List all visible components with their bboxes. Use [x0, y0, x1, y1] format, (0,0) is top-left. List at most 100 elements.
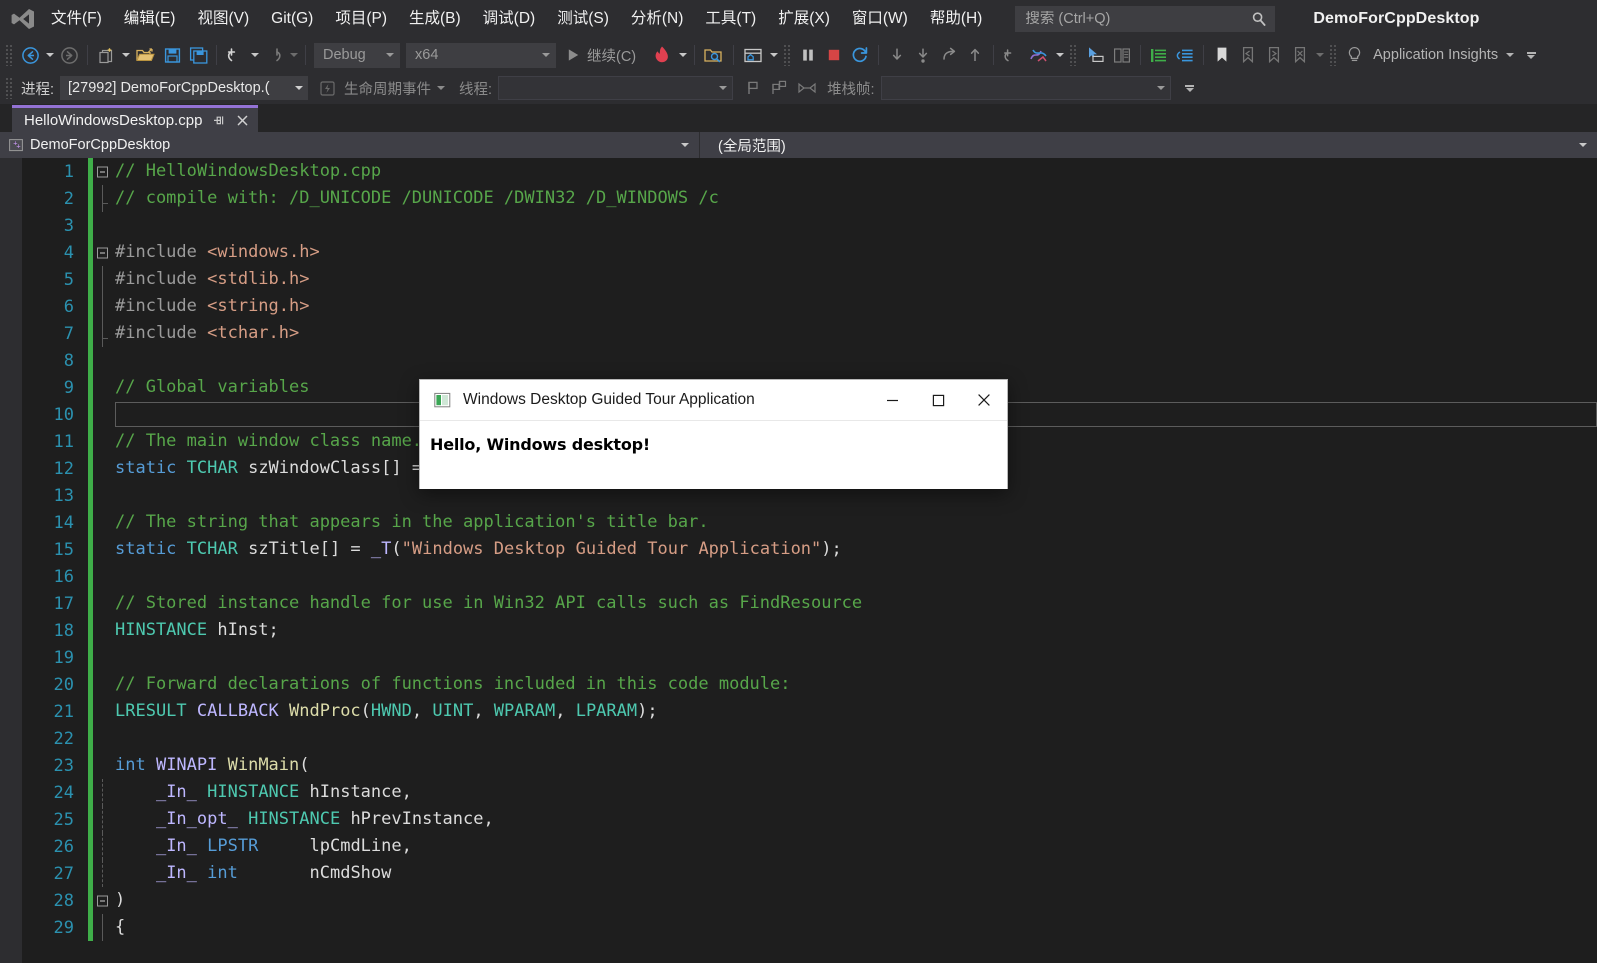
menu-item-help[interactable]: 帮助(H)	[919, 4, 994, 34]
redo-icon[interactable]	[261, 41, 287, 69]
step-into-icon[interactable]	[884, 41, 910, 69]
code-line[interactable]: 20 // Forward declarations of functions i…	[22, 671, 1597, 698]
fold-margin[interactable]	[93, 428, 115, 455]
menu-item-git[interactable]: Git(G)	[260, 4, 324, 34]
app-window-titlebar[interactable]: Windows Desktop Guided Tour Application	[420, 380, 1007, 421]
pause-icon[interactable]	[795, 41, 821, 69]
fold-margin[interactable]	[93, 320, 115, 347]
continue-button[interactable]: 继续(C)	[559, 41, 648, 69]
minimize-icon[interactable]	[869, 380, 915, 420]
code-line[interactable]: 15 static TCHAR szTitle[] = _T("Windows D…	[22, 536, 1597, 563]
chevron-down-icon[interactable]	[1506, 53, 1515, 57]
fold-margin[interactable]	[93, 590, 115, 617]
fold-margin[interactable]	[93, 779, 115, 806]
member-scope-dropdown[interactable]: (全局范围)	[700, 132, 1597, 158]
navigate-back-dropdown[interactable]	[43, 53, 56, 57]
code-line[interactable]: 14 // The string that appears in the appl…	[22, 509, 1597, 536]
fold-margin[interactable]	[93, 536, 115, 563]
solution-platform-dropdown[interactable]: x64	[406, 42, 556, 68]
fold-margin[interactable]	[93, 347, 115, 374]
fold-margin[interactable]	[93, 671, 115, 698]
menu-item-build[interactable]: 生成(B)	[398, 4, 472, 34]
toggle-icon[interactable]	[793, 74, 821, 102]
clear-bookmarks-icon[interactable]	[1287, 41, 1313, 69]
code-line[interactable]: 29 {	[22, 914, 1597, 941]
undo-dropdown[interactable]	[248, 53, 261, 57]
toolbar-overflow-icon[interactable]	[1183, 84, 1197, 92]
code-line[interactable]: 27 _In_ int nCmdShow	[22, 860, 1597, 887]
hot-reload-dropdown[interactable]	[676, 53, 689, 57]
code-line[interactable]: 23 int WINAPI WinMain(	[22, 752, 1597, 779]
code-line[interactable]: 17 // Stored instance handle for use in W…	[22, 590, 1597, 617]
menu-item-project[interactable]: 项目(P)	[324, 4, 398, 34]
fold-margin[interactable]	[93, 266, 115, 293]
hot-reload-icon[interactable]	[648, 41, 676, 69]
code-line[interactable]: 25 _In_opt_ HINSTANCE hPrevInstance,	[22, 806, 1597, 833]
toolbar-grip[interactable]	[1329, 44, 1339, 66]
lifecycle-events-icon[interactable]	[314, 74, 340, 102]
document-tab-hellowindowsdesktop[interactable]: HelloWindowsDesktop.cpp	[12, 105, 259, 132]
window-layout-icon[interactable]	[739, 41, 767, 69]
code-line[interactable]: 24 _In_ HINSTANCE hInstance,	[22, 779, 1597, 806]
bookmark-icon[interactable]	[1209, 41, 1235, 69]
attach-to-process-icon[interactable]	[700, 41, 728, 69]
fold-margin[interactable]	[93, 752, 115, 779]
maximize-icon[interactable]	[915, 380, 961, 420]
editor-indicator-margin[interactable]	[0, 158, 22, 963]
fold-margin[interactable]	[93, 482, 115, 509]
open-file-icon[interactable]	[132, 41, 159, 69]
fold-margin[interactable]	[93, 914, 115, 941]
fold-margin[interactable]	[93, 833, 115, 860]
code-line[interactable]: 28)	[22, 887, 1597, 914]
fold-margin[interactable]	[93, 401, 115, 428]
code-line[interactable]: 6 #include <string.h>	[22, 293, 1597, 320]
step-out-icon[interactable]	[936, 41, 962, 69]
restart-icon[interactable]	[847, 41, 873, 69]
previous-bookmark-icon[interactable]	[1235, 41, 1261, 69]
threads-window-icon[interactable]	[1025, 41, 1053, 69]
new-item-icon[interactable]	[93, 41, 119, 69]
application-insights-label[interactable]: Application Insights	[1373, 47, 1498, 63]
code-line[interactable]: 22	[22, 725, 1597, 752]
project-scope-dropdown[interactable]: + + DemoForCppDesktop	[0, 132, 700, 158]
quick-launch-search[interactable]	[1015, 6, 1276, 32]
code-line[interactable]: 4 #include <windows.h>	[22, 239, 1597, 266]
fold-margin[interactable]	[93, 455, 115, 482]
search-input[interactable]	[1025, 11, 1252, 27]
lifecycle-events-label[interactable]: 生命周期事件	[344, 78, 431, 99]
indent-lines-icon[interactable]	[1146, 41, 1172, 69]
collapse-icon[interactable]	[97, 247, 108, 258]
flag-icon[interactable]	[741, 74, 767, 102]
chevron-down-icon[interactable]	[437, 86, 446, 90]
step-up-icon[interactable]	[962, 41, 988, 69]
navigate-back-icon[interactable]	[17, 41, 43, 69]
fold-margin[interactable]	[93, 185, 115, 212]
fold-margin[interactable]	[93, 239, 115, 266]
next-bookmark-icon[interactable]	[1261, 41, 1287, 69]
pin-icon[interactable]	[211, 113, 226, 128]
menu-item-test[interactable]: 测试(S)	[546, 4, 620, 34]
undo-icon[interactable]	[222, 41, 248, 69]
navigate-forward-icon[interactable]	[56, 41, 82, 69]
stop-icon[interactable]	[821, 41, 847, 69]
close-icon[interactable]	[235, 113, 250, 128]
code-line[interactable]: 3	[22, 212, 1597, 239]
fold-margin[interactable]	[93, 293, 115, 320]
code-line[interactable]: 8	[22, 347, 1597, 374]
bookmarks-dropdown[interactable]	[1313, 53, 1326, 57]
save-icon[interactable]	[159, 41, 185, 69]
fold-margin[interactable]	[93, 644, 115, 671]
threads-dropdown[interactable]	[1053, 53, 1066, 57]
stackframe-dropdown[interactable]	[880, 76, 1171, 100]
code-editor[interactable]: 1 // HelloWindowsDesktop.cpp 2 // compile w…	[0, 158, 1597, 963]
menu-item-view[interactable]: 视图(V)	[186, 4, 260, 34]
toolbar-grip[interactable]	[5, 44, 14, 66]
solution-configuration-dropdown[interactable]: Debug	[314, 42, 400, 68]
fold-margin[interactable]	[93, 887, 115, 914]
code-line[interactable]: 1 // HelloWindowsDesktop.cpp	[22, 158, 1597, 185]
fold-margin[interactable]	[93, 725, 115, 752]
toolbar-grip[interactable]	[1069, 44, 1079, 66]
flag-group-icon[interactable]	[767, 74, 793, 102]
redo-dropdown[interactable]	[287, 53, 300, 57]
menu-item-edit[interactable]: 编辑(E)	[113, 4, 187, 34]
